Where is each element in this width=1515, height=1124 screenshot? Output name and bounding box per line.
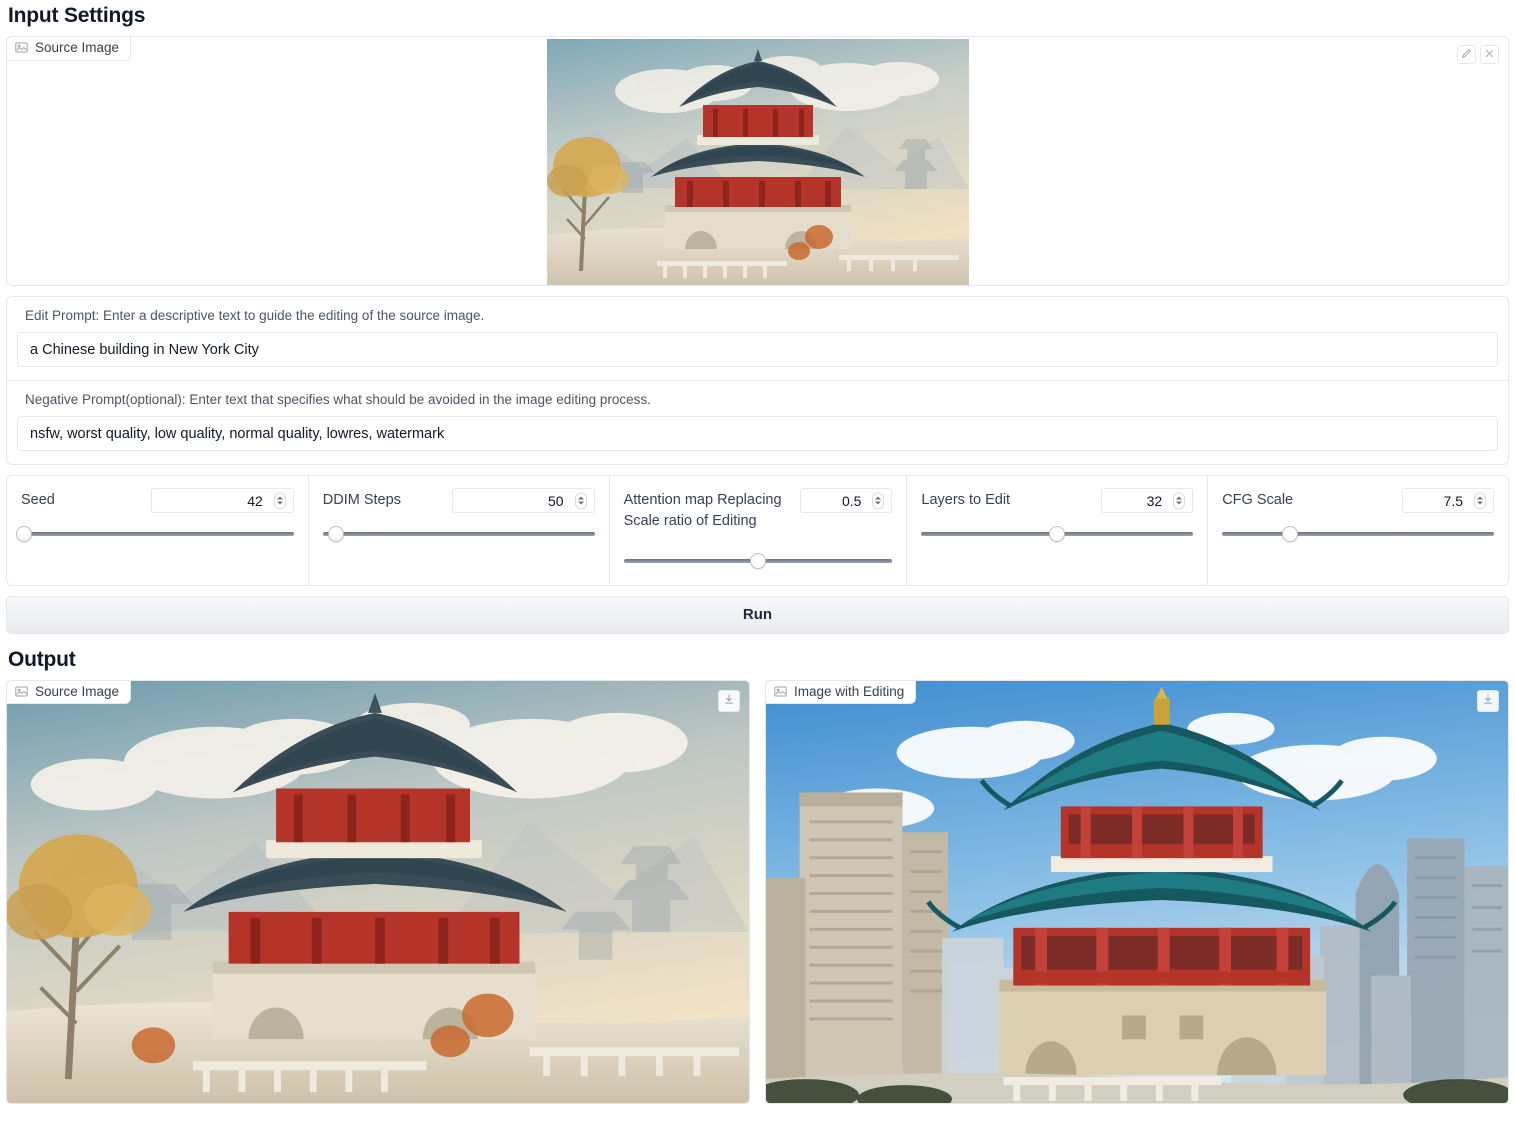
edit-image-button[interactable] xyxy=(1457,45,1476,64)
cfg-scale-label: CFG Scale xyxy=(1222,492,1294,508)
parameters-row: Seed 42 DDIM Steps 50 Attention map Repl… xyxy=(6,475,1509,586)
seed-slider[interactable] xyxy=(15,526,294,542)
ddim-steps-slider-rail xyxy=(322,532,595,536)
output-source-image-panel[interactable]: Source Image xyxy=(6,679,750,1104)
output-source-chip-label: Source Image xyxy=(35,683,120,699)
close-icon xyxy=(1484,46,1495,64)
output-edited-image-panel[interactable]: Image with Editing xyxy=(765,679,1509,1104)
ddim-steps-stepper[interactable] xyxy=(574,492,587,509)
cfg-scale-slider-rail xyxy=(1222,532,1494,536)
image-icon xyxy=(15,41,28,54)
source-image-panel[interactable]: Source Image xyxy=(6,36,1509,286)
seed-number-input[interactable]: 42 xyxy=(150,488,294,513)
seed-slider-rail xyxy=(21,532,294,536)
run-button[interactable]: Run xyxy=(6,595,1509,634)
output-source-artwork xyxy=(7,680,749,1103)
seed-value: 42 xyxy=(247,492,263,509)
cfg-scale-value: 7.5 xyxy=(1443,492,1463,509)
output-edited-chip-label: Image with Editing xyxy=(794,683,905,699)
source-image-thumbnail xyxy=(546,39,969,285)
output-edited-artwork xyxy=(766,680,1508,1103)
layers-to-edit-value: 32 xyxy=(1146,492,1163,509)
attention-map-value: 0.5 xyxy=(841,492,862,509)
download-edited-button[interactable] xyxy=(1477,689,1499,712)
cfg-scale-number-input[interactable]: 7.5 xyxy=(1402,488,1494,513)
layers-to-edit-label: Layers to Edit xyxy=(921,492,1011,508)
negative-prompt-input[interactable] xyxy=(17,416,1498,451)
ddim-steps-number-input[interactable]: 50 xyxy=(451,488,595,513)
slider-cell-cfg-scale: CFG Scale 7.5 xyxy=(1208,475,1509,586)
layers-to-edit-number-input[interactable]: 32 xyxy=(1101,488,1194,513)
output-title: Output xyxy=(8,647,76,671)
cfg-scale-stepper[interactable] xyxy=(1474,492,1486,509)
cfg-scale-slider-thumb[interactable] xyxy=(1282,526,1299,542)
app-root: Input Settings Source Image Edit Prompt:… xyxy=(0,4,1515,1104)
ddim-steps-slider[interactable] xyxy=(322,526,595,542)
output-row: Source Image Image with Editing xyxy=(6,679,1509,1104)
slider-cell-layers-to-edit: Layers to Edit 32 xyxy=(907,475,1209,586)
cfg-scale-slider[interactable] xyxy=(1222,526,1494,542)
ddim-steps-value: 50 xyxy=(548,492,564,509)
attention-map-label: Attention map Replacing Scale ratio of E… xyxy=(623,492,782,530)
negative-prompt-label: Negative Prompt(optional): Enter text th… xyxy=(25,392,651,407)
slider-cell-ddim-steps: DDIM Steps 50 xyxy=(308,475,610,586)
ddim-steps-label: DDIM Steps xyxy=(322,492,401,508)
download-icon xyxy=(723,692,735,710)
source-image-chip: Source Image xyxy=(7,37,132,61)
slider-cell-seed: Seed 42 xyxy=(6,475,309,586)
attention-map-slider-thumb[interactable] xyxy=(749,552,766,569)
layers-to-edit-slider[interactable] xyxy=(921,526,1194,542)
attention-map-number-input[interactable]: 0.5 xyxy=(800,488,893,513)
pencil-icon xyxy=(1461,46,1472,64)
input-settings-title: Input Settings xyxy=(8,4,146,27)
attention-map-stepper[interactable] xyxy=(872,492,885,509)
layers-to-edit-stepper[interactable] xyxy=(1173,492,1186,509)
prompt-group: Edit Prompt: Enter a descriptive text to… xyxy=(6,296,1509,465)
output-source-chip: Source Image xyxy=(7,680,132,705)
edit-prompt-input[interactable] xyxy=(17,332,1498,367)
seed-stepper[interactable] xyxy=(273,492,286,509)
clear-image-button[interactable] xyxy=(1480,45,1499,64)
output-edited-chip: Image with Editing xyxy=(766,680,917,705)
source-image-chip-label: Source Image xyxy=(35,40,120,55)
layers-to-edit-slider-thumb[interactable] xyxy=(1049,526,1066,542)
image-icon xyxy=(774,685,787,698)
download-source-button[interactable] xyxy=(718,689,740,712)
edit-prompt-label: Edit Prompt: Enter a descriptive text to… xyxy=(25,308,485,323)
seed-slider-thumb[interactable] xyxy=(15,526,32,542)
download-icon xyxy=(1482,692,1494,710)
attention-map-slider[interactable] xyxy=(623,552,893,569)
edit-prompt-block: Edit Prompt: Enter a descriptive text to… xyxy=(7,297,1508,380)
negative-prompt-block: Negative Prompt(optional): Enter text th… xyxy=(7,380,1508,464)
image-icon xyxy=(15,685,28,698)
slider-cell-attention-map: Attention map Replacing Scale ratio of E… xyxy=(609,475,908,586)
seed-label: Seed xyxy=(21,492,55,508)
ddim-steps-slider-thumb[interactable] xyxy=(328,526,345,542)
source-image-tools xyxy=(1457,45,1499,64)
